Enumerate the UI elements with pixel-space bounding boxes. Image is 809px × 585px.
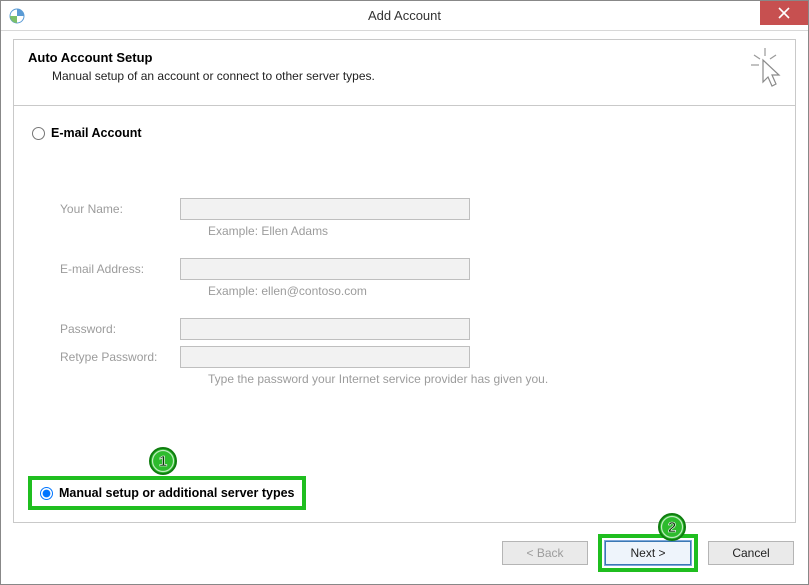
wizard-header: Auto Account Setup Manual setup of an ac… (13, 39, 796, 105)
retype-label: Retype Password: (60, 350, 180, 364)
form-area: Your Name: Example: Ellen Adams E-mail A… (60, 196, 777, 386)
manual-setup-label[interactable]: Manual setup or additional server types (59, 486, 294, 500)
click-cursor-icon (751, 48, 785, 91)
wizard-body: E-mail Account Your Name: Example: Ellen… (13, 105, 796, 523)
wizard-subheading: Manual setup of an account or connect to… (52, 69, 781, 83)
manual-setup-radio[interactable] (40, 487, 53, 500)
annotation-badge-1: 1 (148, 446, 178, 476)
name-row: Your Name: (60, 196, 777, 222)
password-hint: Type the password your Internet service … (208, 372, 777, 386)
svg-text:1: 1 (159, 453, 167, 470)
email-account-radio-row: E-mail Account (32, 126, 777, 140)
password-row: Password: (60, 316, 777, 342)
titlebar: Add Account (1, 1, 808, 31)
wizard-footer: < Back Next > Cancel (502, 534, 794, 572)
email-row: E-mail Address: (60, 256, 777, 282)
manual-setup-highlight: Manual setup or additional server types (28, 476, 306, 510)
name-input (180, 198, 470, 220)
email-hint: Example: ellen@contoso.com (208, 284, 777, 298)
close-icon (778, 7, 790, 19)
email-label: E-mail Address: (60, 262, 180, 276)
next-button[interactable]: Next > (605, 541, 691, 565)
next-button-highlight: Next > (598, 534, 698, 572)
password-label: Password: (60, 322, 180, 336)
email-input (180, 258, 470, 280)
name-label: Your Name: (60, 202, 180, 216)
email-account-label[interactable]: E-mail Account (51, 126, 142, 140)
back-button: < Back (502, 541, 588, 565)
close-button[interactable] (760, 1, 808, 25)
email-account-radio[interactable] (32, 127, 45, 140)
retype-row: Retype Password: (60, 344, 777, 370)
retype-input (180, 346, 470, 368)
cancel-button[interactable]: Cancel (708, 541, 794, 565)
add-account-window: Add Account Auto Account Setup Manual se… (0, 0, 809, 585)
wizard-heading: Auto Account Setup (28, 50, 781, 65)
window-title: Add Account (1, 8, 808, 23)
password-input (180, 318, 470, 340)
name-hint: Example: Ellen Adams (208, 224, 777, 238)
manual-setup-radio-row: Manual setup or additional server types (40, 486, 294, 500)
